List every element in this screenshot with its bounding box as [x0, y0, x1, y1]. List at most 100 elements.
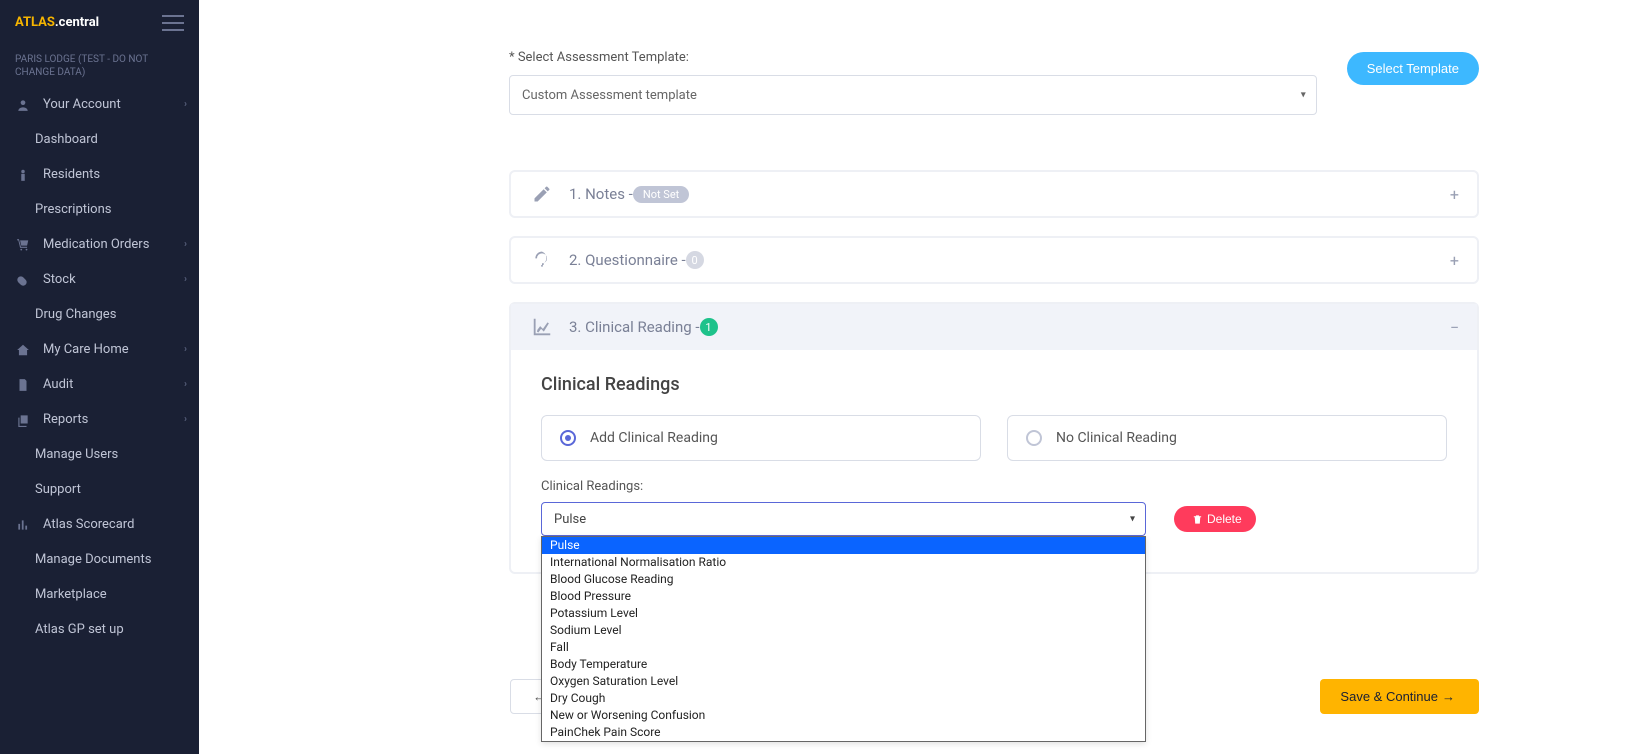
expand-icon[interactable]: +	[1450, 251, 1459, 270]
sidebar-item-label: Atlas Scorecard	[43, 517, 134, 532]
sidebar-item-label: Prescriptions	[35, 202, 111, 217]
dropdown-option[interactable]: PainChek Pain Score	[542, 724, 1145, 741]
sidebar-item-label: Manage Users	[35, 447, 118, 462]
hamburger-icon[interactable]	[162, 15, 184, 31]
sidebar-item-manage-users[interactable]: Manage Users	[0, 437, 199, 472]
chevron-right-icon: ›	[184, 99, 187, 110]
sidebar-item-my-care-home[interactable]: My Care Home ›	[0, 332, 199, 367]
template-row: * Select Assessment Template: Custom Ass…	[509, 50, 1479, 115]
dropdown-option[interactable]: Dry Cough	[542, 690, 1145, 707]
collapse-icon[interactable]: −	[1450, 318, 1459, 337]
sidebar: ATLAS.central PARIS LODGE (TEST - DO NOT…	[0, 0, 199, 754]
clinical-readings-row: Pulse ▾ Delete	[541, 502, 1447, 536]
sidebar-item-atlas-gp-set-up[interactable]: Atlas GP set up	[0, 612, 199, 647]
sidebar-item-your-account[interactable]: Your Account›	[0, 87, 199, 122]
sidebar-item-label: Dashboard	[35, 132, 98, 147]
sidebar-item-label: Drug Changes	[35, 307, 116, 322]
radio-none-label: No Clinical Reading	[1056, 430, 1177, 446]
dropdown-option[interactable]: Blood Pressure	[542, 588, 1145, 605]
dropdown-option[interactable]: Blood Glucose Reading	[542, 571, 1145, 588]
chart-icon	[15, 518, 31, 532]
delete-button[interactable]: Delete	[1174, 506, 1256, 532]
copy-icon	[15, 413, 31, 427]
dropdown-option[interactable]: International Normalisation Ratio	[542, 554, 1145, 571]
sidebar-item-stock[interactable]: Stock ›	[0, 262, 199, 297]
section-notes: 1. Notes - Not Set +	[509, 170, 1479, 218]
sidebar-item-dashboard[interactable]: Dashboard	[0, 122, 199, 157]
radio-add-label: Add Clinical Reading	[590, 430, 718, 446]
dropdown-option[interactable]: Oxygen Saturation Level	[542, 673, 1145, 690]
dropdown-option[interactable]: Pulse	[542, 537, 1145, 554]
radio-selected-icon	[560, 430, 576, 446]
sidebar-item-support[interactable]: Support	[0, 472, 199, 507]
sidebar-item-label: Marketplace	[35, 587, 107, 602]
sidebar-item-manage-documents[interactable]: Manage Documents	[0, 542, 199, 577]
chevron-right-icon: ›	[184, 344, 187, 355]
user-icon	[15, 98, 31, 112]
sidebar-item-label: Support	[35, 482, 81, 497]
clinical-readings-label: Clinical Readings:	[541, 479, 1447, 494]
dropdown-option[interactable]: Sodium Level	[542, 622, 1145, 639]
sidebar-subtitle: PARIS LODGE (TEST - DO NOT CHANGE DATA)	[0, 45, 199, 87]
template-select[interactable]: Custom Assessment template ▾	[509, 75, 1317, 115]
pencil-icon	[529, 184, 555, 204]
sidebar-item-reports[interactable]: Reports›	[0, 402, 199, 437]
sidebar-item-prescriptions[interactable]: Prescriptions	[0, 192, 199, 227]
chevron-right-icon: ›	[184, 274, 187, 285]
sidebar-item-atlas-scorecard[interactable]: Atlas Scorecard	[0, 507, 199, 542]
chevron-down-icon: ▾	[1301, 90, 1306, 101]
dropdown-option[interactable]: New or Worsening Confusion	[542, 707, 1145, 724]
sidebar-item-label: Residents	[43, 167, 100, 182]
clinical-readings-select-wrap: Pulse ▾	[541, 502, 1146, 536]
sidebar-item-label: Manage Documents	[35, 552, 151, 567]
chart-line-icon	[529, 316, 555, 338]
radio-add-clinical-reading[interactable]: Add Clinical Reading	[541, 415, 981, 461]
section-questionnaire-header[interactable]: 2. Questionnaire - 0 +	[511, 238, 1477, 282]
sidebar-item-residents[interactable]: Residents	[0, 157, 199, 192]
dropdown-option[interactable]: Body Temperature	[542, 656, 1145, 673]
radio-unselected-icon	[1026, 430, 1042, 446]
sidebar-item-label: Reports	[43, 412, 88, 427]
delete-button-label: Delete	[1207, 512, 1242, 526]
sidebar-item-audit[interactable]: Audit ›	[0, 367, 199, 402]
sidebar-item-label: My Care Home	[43, 342, 129, 357]
sidebar-item-drug-changes[interactable]: Drug Changes	[0, 297, 199, 332]
brand-logo: ATLAS.central	[15, 15, 99, 30]
save-continue-button[interactable]: Save & Continue →	[1320, 679, 1479, 714]
dropdown-option[interactable]: Potassium Level	[542, 605, 1145, 622]
brand-part1: ATLAS	[15, 15, 55, 30]
section-notes-title: 1. Notes -	[569, 185, 633, 203]
sidebar-item-medication-orders[interactable]: Medication Orders›	[0, 227, 199, 262]
dropdown-option[interactable]: Fall	[542, 639, 1145, 656]
expand-icon[interactable]: +	[1450, 185, 1459, 204]
section-notes-header[interactable]: 1. Notes - Not Set +	[511, 172, 1477, 216]
cart-icon	[15, 238, 31, 252]
clinical-radio-row: Add Clinical Reading No Clinical Reading	[541, 415, 1447, 461]
chevron-down-icon: ▾	[1130, 514, 1135, 525]
template-select-value: Custom Assessment template	[522, 88, 697, 103]
sidebar-item-label: Stock	[43, 272, 76, 287]
chevron-right-icon: ›	[184, 379, 187, 390]
question-icon	[529, 250, 555, 270]
sidebar-item-marketplace[interactable]: Marketplace	[0, 577, 199, 612]
template-field: * Select Assessment Template: Custom Ass…	[509, 50, 1317, 115]
select-template-button[interactable]: Select Template	[1347, 52, 1479, 85]
doc-icon	[15, 378, 31, 392]
pill-icon	[15, 273, 31, 287]
chevron-right-icon: ›	[184, 239, 187, 250]
section-questionnaire: 2. Questionnaire - 0 +	[509, 236, 1479, 284]
radio-no-clinical-reading[interactable]: No Clinical Reading	[1007, 415, 1447, 461]
not-set-badge: Not Set	[633, 186, 689, 203]
clinical-readings-dropdown[interactable]: PulseInternational Normalisation RatioBl…	[541, 536, 1146, 742]
trash-icon	[1192, 514, 1203, 525]
section-clinical-header[interactable]: 3. Clinical Reading - 1 −	[511, 304, 1477, 350]
clinical-count-badge: 1	[700, 318, 718, 336]
sidebar-item-label: Audit	[43, 377, 73, 392]
section-questionnaire-title: 2. Questionnaire -	[569, 251, 686, 269]
questionnaire-count-badge: 0	[686, 251, 704, 269]
clinical-readings-select[interactable]: Pulse ▾	[541, 502, 1146, 536]
sidebar-nav: Your Account› Dashboard Residents Prescript…	[0, 87, 199, 754]
section-clinical-title: 3. Clinical Reading -	[569, 318, 700, 336]
sidebar-item-label: Atlas GP set up	[35, 622, 124, 637]
brand-bar: ATLAS.central	[0, 0, 199, 45]
